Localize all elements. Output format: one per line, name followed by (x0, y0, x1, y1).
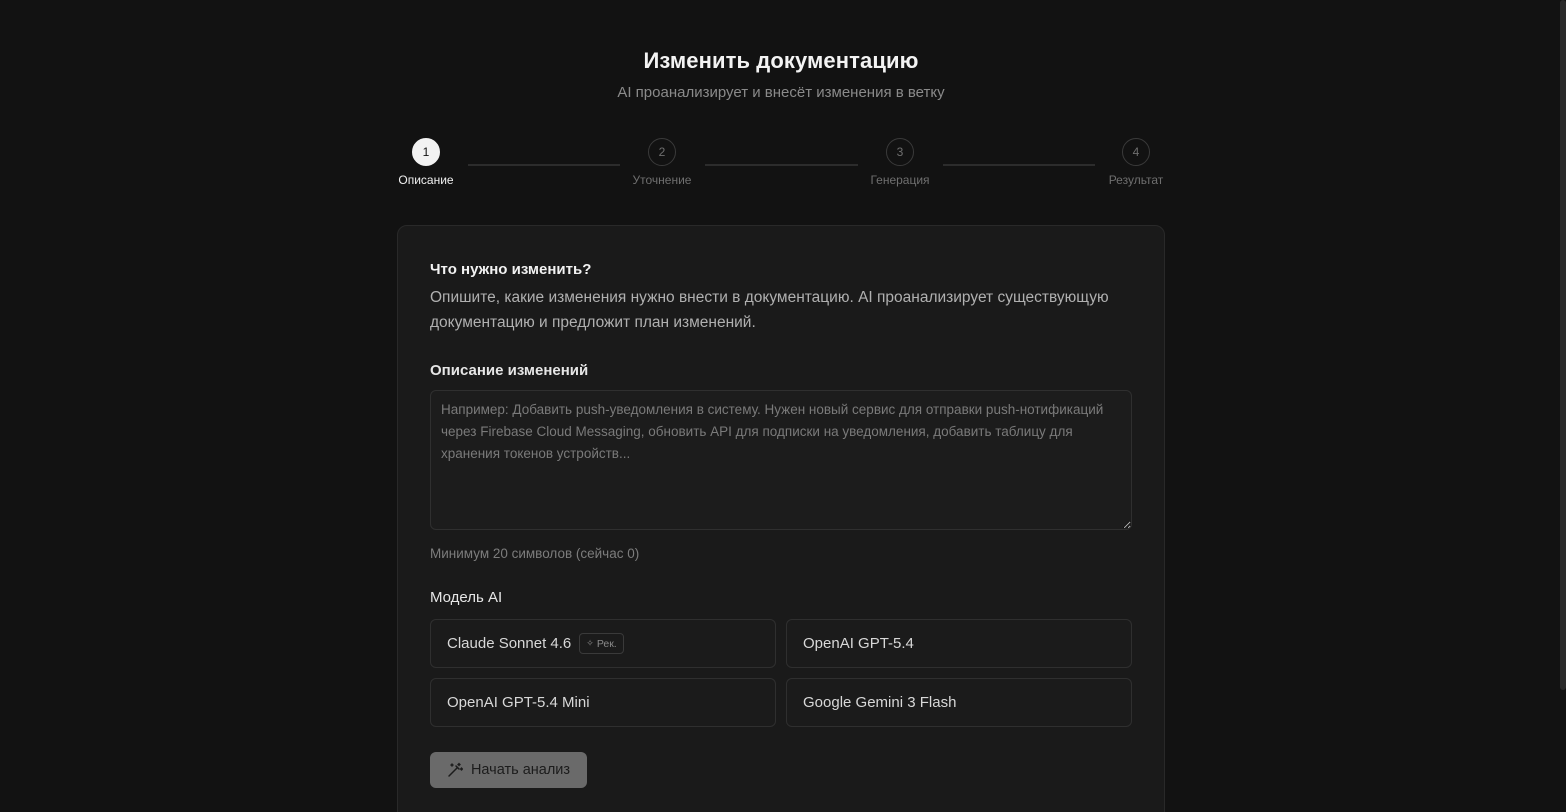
model-option-gpt-5-4-mini[interactable]: OpenAI GPT-5.4 Mini (430, 678, 776, 727)
description-textarea[interactable] (430, 390, 1132, 530)
step-number: 2 (648, 138, 676, 166)
step-connector (943, 164, 1095, 166)
stepper: 1 Описание 2 Уточнение 3 Генерация 4 Рез… (397, 138, 1165, 192)
question-description: Опишите, какие изменения нужно внести в … (430, 289, 1109, 331)
step-number: 3 (886, 138, 914, 166)
step-description: 1 Описание (381, 138, 471, 187)
model-name: OpenAI GPT-5.4 Mini (447, 694, 590, 711)
model-option-gemini-3-flash[interactable]: Google Gemini 3 Flash (786, 678, 1132, 727)
recommended-badge: ✧ Рек. (579, 633, 624, 654)
start-analysis-label: Начать анализ (470, 762, 571, 778)
step-generation: 3 Генерация (855, 138, 945, 187)
change-form-card: Что нужно изменить? Опишите, какие измен… (397, 225, 1165, 812)
page: Изменить документацию AI проанализирует … (0, 0, 1566, 812)
model-name: Claude Sonnet 4.6 (447, 635, 572, 652)
page-header: Изменить документацию AI проанализирует … (0, 48, 1562, 101)
step-label: Результат (1108, 173, 1164, 187)
step-connector (705, 164, 858, 166)
step-number: 1 (412, 138, 440, 166)
sparkle-icon: ✧ (586, 638, 594, 648)
page-title: Изменить документацию (643, 48, 919, 73)
char-count-hint: Минимум 20 символов (сейчас 0) (430, 546, 640, 561)
step-number: 4 (1122, 138, 1150, 166)
step-result: 4 Результат (1091, 138, 1181, 187)
magic-wand-icon (447, 762, 463, 778)
step-clarification: 2 Уточнение (617, 138, 707, 187)
model-label: Модель AI (430, 589, 503, 606)
step-label: Описание (398, 173, 454, 187)
step-label: Уточнение (632, 173, 692, 187)
start-analysis-button[interactable]: Начать анализ (430, 752, 587, 788)
model-option-claude-sonnet[interactable]: Claude Sonnet 4.6 ✧ Рек. (430, 619, 776, 668)
scrollbar[interactable] (1560, 0, 1566, 690)
description-label: Описание изменений (430, 362, 589, 379)
step-connector (468, 164, 620, 166)
question-title: Что нужно изменить? (430, 261, 592, 278)
model-name: OpenAI GPT-5.4 (803, 635, 914, 652)
badge-label: Рек. (596, 637, 617, 650)
model-name: Google Gemini 3 Flash (803, 694, 957, 711)
step-label: Генерация (870, 173, 930, 187)
model-option-gpt-5-4[interactable]: OpenAI GPT-5.4 (786, 619, 1132, 668)
page-subtitle: AI проанализирует и внесёт изменения в в… (617, 84, 945, 101)
